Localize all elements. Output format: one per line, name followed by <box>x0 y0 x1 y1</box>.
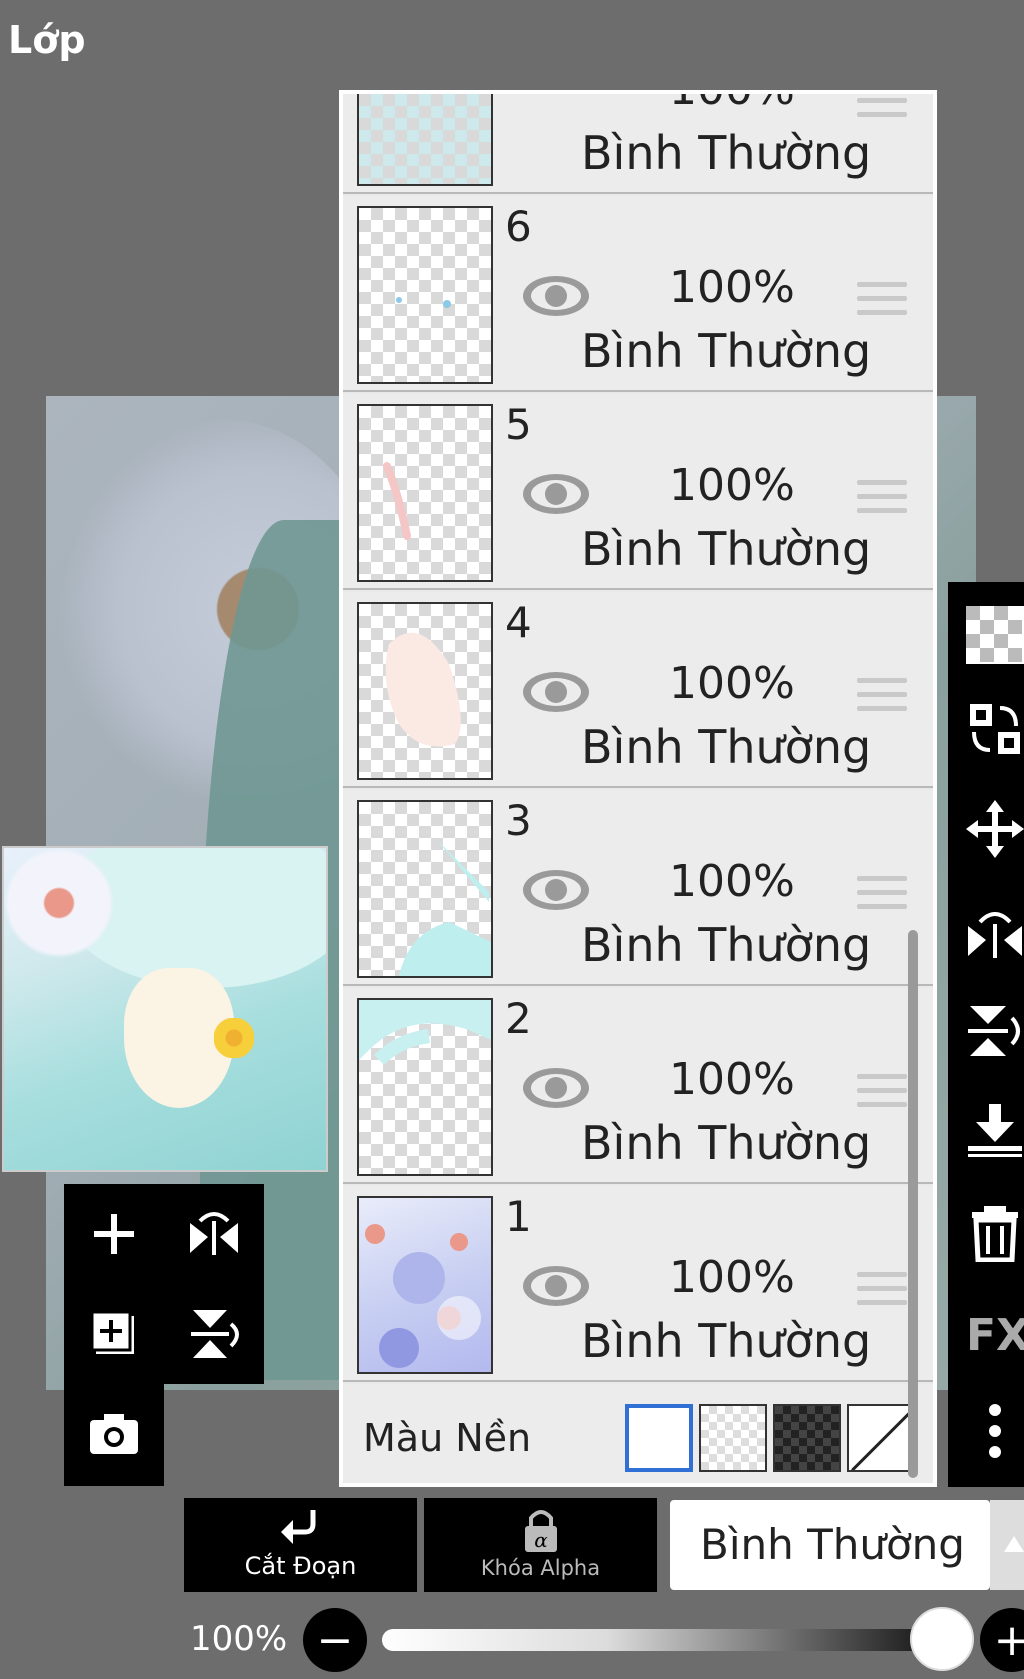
flip-horizontal-icon[interactable] <box>966 904 1024 962</box>
drag-handle-icon[interactable] <box>857 480 907 522</box>
layer-number: 5 <box>505 400 532 449</box>
right-toolbar: FX <box>948 582 1024 1487</box>
camera-button[interactable] <box>64 1384 164 1484</box>
eye-icon[interactable] <box>521 670 591 718</box>
drag-handle-icon[interactable] <box>857 1272 907 1314</box>
opacity-slider[interactable] <box>382 1629 942 1651</box>
layer-row[interactable]: 2 100% Bình Thường <box>343 988 933 1184</box>
camera-tool <box>64 1384 164 1486</box>
chevron-up-icon <box>1004 1536 1024 1552</box>
add-layer-icon <box>94 1214 134 1254</box>
opacity-increase-button[interactable]: + <box>980 1608 1024 1672</box>
drag-handle-icon[interactable] <box>857 94 907 126</box>
add-layer-button[interactable] <box>64 1184 164 1284</box>
background-transparent-dark-option[interactable] <box>773 1404 841 1472</box>
layer-thumbnail <box>357 206 493 384</box>
opacity-slider-thumb[interactable] <box>910 1607 974 1671</box>
layer-opacity: 100% <box>669 460 795 511</box>
alpha-lock-button[interactable]: α Khóa Alpha <box>424 1498 657 1592</box>
layer-list[interactable]: 100% Bình Thường 6 100% Bình Thường 5 <box>343 94 933 1483</box>
background-none-option[interactable] <box>847 1404 915 1472</box>
layer-number: 1 <box>505 1192 532 1241</box>
checker-icon[interactable] <box>966 606 1024 664</box>
swap-layer-icon[interactable] <box>966 700 1024 758</box>
flip-vertical-button[interactable] <box>164 1284 264 1384</box>
preview-hair-flower <box>214 1018 254 1058</box>
flip-horizontal-button[interactable] <box>164 1184 264 1284</box>
lock-icon: α <box>524 1510 557 1552</box>
drag-handle-icon[interactable] <box>857 876 907 918</box>
layer-row[interactable]: 3 100% Bình Thường <box>343 790 933 986</box>
background-transparent-light-option[interactable] <box>699 1404 767 1472</box>
layer-blend-mode: Bình Thường <box>581 324 872 378</box>
layer-opacity: 100% <box>669 658 795 709</box>
add-copy-layer-icon <box>90 1310 134 1354</box>
more-icon[interactable] <box>966 1402 1024 1460</box>
layer-number: 4 <box>505 598 532 647</box>
flip-vertical-icon <box>191 1310 239 1358</box>
layer-thumbnail <box>357 998 493 1176</box>
opacity-value: 100% <box>190 1619 288 1659</box>
move-icon[interactable] <box>966 800 1024 858</box>
add-copy-layer-button[interactable] <box>64 1284 164 1384</box>
layer-thumbnail <box>357 404 493 582</box>
blend-mode-value: Bình Thường <box>700 1520 965 1569</box>
layer-blend-mode: Bình Thường <box>581 126 872 180</box>
layer-scrollbar[interactable] <box>908 930 918 1478</box>
opacity-slider-row: 100% − + <box>0 1605 1024 1675</box>
layer-thumbnail <box>357 94 493 186</box>
eye-icon[interactable] <box>521 472 591 520</box>
layer-opacity: 100% <box>669 94 795 115</box>
layer-blend-mode: Bình Thường <box>581 918 872 972</box>
layer-blend-mode: Bình Thường <box>581 522 872 576</box>
layer-number: 3 <box>505 796 532 845</box>
layer-opacity: 100% <box>669 1252 795 1303</box>
background-color-row: Màu Nền <box>343 1384 933 1483</box>
blend-mode-dropdown[interactable] <box>990 1500 1024 1590</box>
layer-opacity: 100% <box>669 856 795 907</box>
eye-icon[interactable] <box>521 1066 591 1114</box>
layer-opacity: 100% <box>669 1054 795 1105</box>
eye-icon[interactable] <box>521 274 591 322</box>
drag-handle-icon[interactable] <box>857 282 907 324</box>
layer-opacity: 100% <box>669 262 795 313</box>
page-title: Lớp <box>8 18 86 62</box>
background-white-option[interactable] <box>625 1404 693 1472</box>
flip-horizontal-icon <box>190 1212 238 1255</box>
clip-button[interactable]: Cắt Đoạn <box>184 1498 417 1592</box>
background-color-label: Màu Nền <box>363 1416 532 1460</box>
layer-number: 6 <box>505 202 532 251</box>
opacity-decrease-button[interactable]: − <box>303 1608 367 1672</box>
layer-row[interactable]: 6 100% Bình Thường <box>343 196 933 392</box>
layer-thumbnail <box>357 1196 493 1374</box>
clip-label: Cắt Đoạn <box>244 1552 357 1580</box>
layer-number: 2 <box>505 994 532 1043</box>
merge-down-icon[interactable] <box>966 1102 1024 1160</box>
preview-flower <box>4 848 114 958</box>
drag-handle-icon[interactable] <box>857 678 907 720</box>
layer-blend-mode: Bình Thường <box>581 1116 872 1170</box>
blend-mode-select[interactable]: Bình Thường <box>670 1500 990 1590</box>
canvas-preview <box>2 846 328 1172</box>
camera-icon <box>90 1414 138 1454</box>
eye-icon[interactable] <box>521 868 591 916</box>
layer-row[interactable]: 4 100% Bình Thường <box>343 592 933 788</box>
layer-thumbnail <box>357 602 493 780</box>
trash-icon[interactable] <box>966 1204 1024 1262</box>
layer-row[interactable]: 5 100% Bình Thường <box>343 394 933 590</box>
layer-row[interactable]: 100% Bình Thường <box>343 94 933 194</box>
alpha-lock-label: Khóa Alpha <box>480 1556 601 1580</box>
layer-tools <box>64 1184 264 1384</box>
layer-thumbnail <box>357 800 493 978</box>
clip-arrow-icon <box>280 1510 315 1544</box>
eye-icon[interactable] <box>521 1264 591 1312</box>
fx-icon[interactable]: FX <box>960 1306 1024 1364</box>
svg-text:α: α <box>534 1528 548 1552</box>
layer-panel: 100% Bình Thường 6 100% Bình Thường 5 <box>339 90 937 1487</box>
drag-handle-icon[interactable] <box>857 1074 907 1116</box>
flip-vertical-icon[interactable] <box>966 1002 1024 1060</box>
layer-blend-mode: Bình Thường <box>581 720 872 774</box>
layer-blend-mode: Bình Thường <box>581 1314 872 1368</box>
layer-row[interactable]: 1 100% Bình Thường <box>343 1186 933 1382</box>
